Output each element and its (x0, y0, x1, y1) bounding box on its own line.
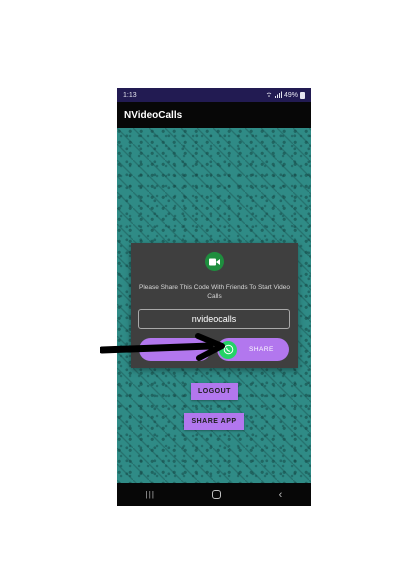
main-content: Please Share This Code With Friends To S… (117, 128, 311, 483)
back-button[interactable]: ‹ (279, 489, 283, 501)
google-meet-icon (205, 252, 224, 271)
signal-icons (266, 91, 282, 100)
navigation-bar: ||| ‹ (117, 483, 311, 506)
recent-apps-button[interactable]: ||| (146, 490, 155, 499)
battery-icon (300, 91, 305, 99)
share-app-button[interactable]: SHARE APP (184, 413, 244, 430)
status-time: 1:13 (123, 91, 137, 99)
battery-percent: 49% (283, 91, 298, 99)
code-input[interactable]: nvideocalls (138, 309, 290, 329)
home-button[interactable] (212, 490, 222, 499)
status-indicators: 49% (266, 91, 305, 100)
app-title: NVideoCalls (124, 109, 183, 121)
dialog-message: Please Share This Code With Friends To S… (138, 284, 291, 300)
logout-button[interactable]: LOGOUT (191, 383, 238, 400)
phone-screen: 1:13 49% NVideoCalls Please Share This C… (117, 88, 311, 506)
status-bar: 1:13 49% (117, 88, 311, 102)
share-button-label: SHARE (249, 346, 274, 353)
annotation-arrow-icon (100, 333, 225, 361)
app-bar: NVideoCalls (117, 102, 311, 128)
